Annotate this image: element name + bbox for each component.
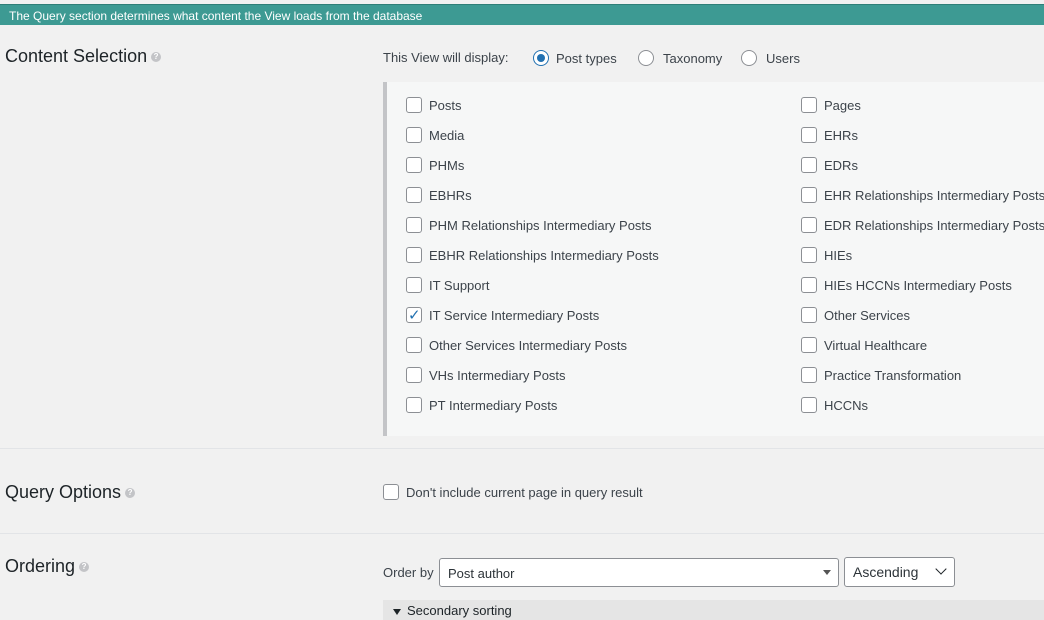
post-type-label: Posts [429, 98, 462, 113]
post-type-label: PHM Relationships Intermediary Posts [429, 218, 652, 233]
post-type-checkbox[interactable] [801, 157, 817, 173]
post-type-checkbox[interactable] [406, 97, 422, 113]
order-direction-value: Ascending [853, 564, 919, 580]
post-type-label: EBHRs [429, 188, 472, 203]
post-type-checkbox[interactable] [406, 187, 422, 203]
post-type-checkbox[interactable] [406, 306, 422, 324]
post-type-checkbox[interactable] [406, 217, 422, 233]
post-type-label: Pages [824, 98, 861, 113]
post-type-checkbox-row[interactable]: EDRs [801, 157, 1044, 175]
query-section-banner: The Query section determines what conten… [0, 4, 1044, 25]
radio-users[interactable] [741, 50, 757, 66]
radio-taxonomy[interactable] [638, 50, 654, 66]
post-type-checkbox-row[interactable]: HCCNs [801, 397, 1044, 415]
post-type-label: IT Service Intermediary Posts [429, 308, 600, 323]
query-options-title-text: Query Options [5, 482, 122, 502]
post-type-checkbox[interactable] [801, 127, 817, 143]
post-type-checkbox-row[interactable]: PHMs [406, 157, 766, 175]
query-options-title: Query Options? [5, 482, 136, 503]
disclosure-triangle-icon [393, 608, 401, 615]
post-type-checkbox[interactable] [406, 367, 422, 383]
post-type-checkbox-row[interactable]: Virtual Healthcare [801, 337, 1044, 355]
radio-taxonomy-label: Taxonomy [663, 51, 723, 66]
help-icon[interactable]: ? [79, 562, 90, 573]
post-type-label: EHR Relationships Intermediary Posts [824, 188, 1044, 203]
post-type-checkbox[interactable] [406, 277, 422, 293]
post-type-label: VHs Intermediary Posts [429, 368, 566, 383]
order-direction-select[interactable]: Ascending [844, 557, 955, 587]
help-icon[interactable]: ? [151, 52, 162, 63]
post-type-checkbox-row[interactable]: EBHRs [406, 187, 766, 205]
help-icon[interactable]: ? [125, 488, 136, 499]
post-type-label: Virtual Healthcare [824, 338, 928, 353]
post-type-checkbox[interactable] [801, 97, 817, 113]
dropdown-arrow-icon [823, 570, 831, 575]
radio-post-types[interactable] [533, 50, 549, 66]
exclude-current-page-checkbox[interactable] [383, 484, 399, 500]
post-type-checkbox[interactable] [801, 367, 817, 383]
post-type-checkbox[interactable] [406, 127, 422, 143]
post-type-label: Media [429, 128, 465, 143]
ordering-title: Ordering? [5, 556, 90, 577]
post-type-checkbox-row[interactable]: PHM Relationships Intermediary Posts [406, 217, 766, 235]
radio-post-types-label: Post types [556, 51, 617, 66]
post-type-checkbox-row[interactable]: EHR Relationships Intermediary Posts [801, 187, 1044, 205]
post-type-label: HIEs HCCNs Intermediary Posts [824, 278, 1012, 293]
order-by-label: Order by [383, 565, 434, 580]
post-type-checkbox-row[interactable]: PT Intermediary Posts [406, 397, 766, 415]
post-type-checkbox-row[interactable]: Practice Transformation [801, 367, 1044, 385]
post-type-checkbox-row[interactable]: EBHR Relationships Intermediary Posts [406, 247, 766, 265]
post-type-checkbox[interactable] [801, 187, 817, 203]
exclude-current-page-checkbox-row[interactable]: Don't include current page in query resu… [383, 484, 683, 502]
post-type-checkbox-row[interactable]: HIEs [801, 247, 1044, 265]
post-type-label: Other Services Intermediary Posts [429, 338, 627, 353]
post-type-checkbox-row[interactable]: IT Support [406, 277, 766, 295]
post-type-checkbox-row[interactable]: VHs Intermediary Posts [406, 367, 766, 385]
post-type-checkbox-row[interactable]: Pages [801, 97, 1044, 115]
secondary-sorting-toggle[interactable]: Secondary sorting [383, 600, 1044, 620]
post-type-checkbox-row[interactable]: EHRs [801, 127, 1044, 145]
post-type-checkbox[interactable] [801, 217, 817, 233]
exclude-current-page-label: Don't include current page in query resu… [406, 485, 643, 500]
post-type-checkbox[interactable] [406, 157, 422, 173]
post-types-box: Posts Media PHMs EBHRs PHM Relationships Int… [383, 82, 1044, 436]
content-selection-title: Content Selection? [5, 46, 162, 67]
content-selection-title-text: Content Selection [5, 46, 148, 66]
ordering-title-text: Ordering [5, 556, 76, 576]
order-by-select[interactable]: Post author [439, 558, 839, 587]
post-type-label: PT Intermediary Posts [429, 398, 558, 413]
post-type-label: PHMs [429, 158, 465, 173]
post-type-checkbox[interactable] [801, 307, 817, 323]
divider [0, 533, 1044, 534]
secondary-sorting-label: Secondary sorting [407, 603, 512, 618]
radio-users-label: Users [766, 51, 800, 66]
post-type-label: HIEs [824, 248, 853, 263]
post-type-label: EHRs [824, 128, 858, 143]
chevron-down-icon [935, 563, 947, 575]
post-type-label: EDRs [824, 158, 858, 173]
post-type-checkbox-row[interactable]: EDR Relationships Intermediary Posts [801, 217, 1044, 235]
post-type-checkbox[interactable] [406, 397, 422, 413]
divider [0, 448, 1044, 449]
post-type-checkbox-row[interactable]: Other Services Intermediary Posts [406, 337, 766, 355]
post-type-label: EBHR Relationships Intermediary Posts [429, 248, 659, 263]
post-type-checkbox[interactable] [801, 277, 817, 293]
post-type-checkbox-row[interactable]: IT Service Intermediary Posts [406, 306, 766, 325]
post-type-label: HCCNs [824, 398, 869, 413]
post-type-checkbox[interactable] [801, 247, 817, 263]
post-type-checkbox[interactable] [406, 337, 422, 353]
post-type-label: Practice Transformation [824, 368, 962, 383]
post-type-checkbox-row[interactable]: Media [406, 127, 766, 145]
post-type-checkbox[interactable] [801, 397, 817, 413]
post-type-label: IT Support [429, 278, 490, 293]
post-type-checkbox[interactable] [406, 247, 422, 263]
display-type-label: This View will display: [383, 50, 509, 65]
post-type-checkbox[interactable] [801, 337, 817, 353]
post-type-label: Other Services [824, 308, 910, 323]
post-type-checkbox-row[interactable]: Posts [406, 97, 766, 115]
post-type-label: EDR Relationships Intermediary Posts [824, 218, 1044, 233]
post-type-checkbox-row[interactable]: Other Services [801, 307, 1044, 325]
post-type-checkbox-row[interactable]: HIEs HCCNs Intermediary Posts [801, 277, 1044, 295]
order-by-value: Post author [448, 566, 515, 581]
